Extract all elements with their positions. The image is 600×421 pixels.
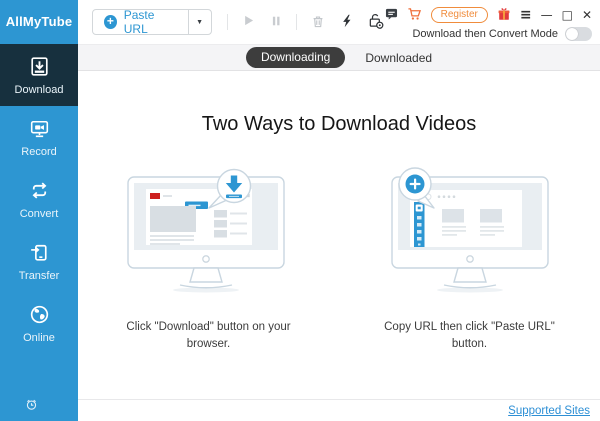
transfer-controls <box>226 12 385 32</box>
menu-button[interactable]: ≡ <box>520 8 532 22</box>
convert-mode-label: Download then Convert Mode <box>412 27 558 40</box>
sidebar-item-download[interactable]: Download <box>0 44 78 106</box>
transfer-icon <box>27 240 52 265</box>
toolbar-divider <box>226 14 228 30</box>
cart-icon <box>407 7 422 24</box>
gift-icon <box>497 7 511 24</box>
method-caption: Click "Download" button on your browser. <box>126 321 291 351</box>
method-browser-download: Click "Download" button on your browser. <box>78 164 339 354</box>
minimize-icon: — <box>540 8 553 22</box>
promotion-button[interactable] <box>497 7 511 24</box>
lock-eye-icon <box>367 12 385 32</box>
sidebar-item-record[interactable]: Record <box>0 106 78 168</box>
toolbar: + Paste URL ▼ Register ≡ — □ ✕ Download … <box>78 0 600 44</box>
sidebar-item-label: Online <box>23 332 55 344</box>
tab-strip: Downloading Downloaded <box>78 44 600 71</box>
browser-download-illustration <box>123 164 295 301</box>
paste-url-split-button: + Paste URL ▼ <box>92 8 212 36</box>
paste-url-label: Paste URL <box>123 8 155 36</box>
convert-mode-toggle[interactable] <box>565 26 592 41</box>
paste-url-button[interactable]: + Paste URL <box>93 8 188 36</box>
feedback-icon <box>385 8 398 23</box>
hamburger-icon: ≡ <box>519 7 532 23</box>
method-paste-url: Copy URL then click "Paste URL" button. <box>339 164 600 354</box>
supported-sites-link[interactable]: Supported Sites <box>508 405 590 417</box>
pause-icon <box>269 14 283 31</box>
method-caption: Copy URL then click "Paste URL" button. <box>384 321 555 351</box>
minimize-button[interactable]: — <box>541 8 553 22</box>
feedback-button[interactable] <box>385 8 398 23</box>
sidebar-item-online[interactable]: Online <box>0 292 78 354</box>
private-mode-button[interactable] <box>367 12 385 32</box>
page-title: Two Ways to Download Videos <box>201 113 477 135</box>
toolbar-divider <box>295 14 297 30</box>
plus-icon: + <box>104 15 117 29</box>
paste-url-dropdown-button[interactable]: ▼ <box>187 10 211 34</box>
speed-mode-button[interactable] <box>339 13 354 32</box>
tab-downloaded[interactable]: Downloaded <box>365 51 432 65</box>
caret-down-icon: ▼ <box>196 18 204 26</box>
sidebar-item-label: Download <box>14 84 64 96</box>
resume-button[interactable] <box>241 13 256 31</box>
sidebar-item-label: Transfer <box>18 270 60 282</box>
app-logo: AllMyTube <box>5 14 73 29</box>
sidebar: AllMyTube Download Record Convert Transf… <box>0 0 78 421</box>
methods-row: Click "Download" button on your browser. <box>78 164 600 354</box>
sidebar-footer <box>0 397 78 421</box>
convert-mode-row: Download then Convert Mode <box>412 26 592 41</box>
record-icon <box>27 116 52 141</box>
convert-icon <box>27 178 52 203</box>
maximize-icon: □ <box>561 8 573 22</box>
sidebar-item-transfer[interactable]: Transfer <box>0 230 78 292</box>
app-window: AllMyTube Download Record Convert Transf… <box>0 0 600 421</box>
toggle-knob <box>566 27 578 40</box>
window-controls: Register ≡ — □ ✕ <box>385 7 592 24</box>
sidebar-item-label: Convert <box>19 208 59 220</box>
lightning-icon <box>339 13 354 32</box>
tab-downloading[interactable]: Downloading <box>245 47 346 68</box>
paste-url-illustration <box>384 164 556 301</box>
delete-button[interactable] <box>310 13 326 32</box>
sidebar-item-label: Record <box>21 146 57 158</box>
play-icon <box>241 13 256 31</box>
pause-button[interactable] <box>269 14 283 31</box>
online-globe-icon <box>27 302 52 327</box>
register-button[interactable]: Register <box>430 7 488 23</box>
sidebar-item-convert[interactable]: Convert <box>0 168 78 230</box>
scheduler-clock-icon[interactable] <box>24 397 78 412</box>
maximize-button[interactable]: □ <box>562 8 573 22</box>
close-button[interactable]: ✕ <box>582 8 592 22</box>
close-icon: ✕ <box>581 8 592 22</box>
download-icon <box>27 54 52 79</box>
footer-bar: Supported Sites <box>78 399 600 421</box>
toolbar-right: Register ≡ — □ ✕ Download then Convert M… <box>385 4 600 41</box>
main-area: + Paste URL ▼ Register ≡ — □ ✕ Download … <box>78 0 600 421</box>
trash-icon <box>310 13 326 32</box>
store-button[interactable] <box>407 7 422 24</box>
content-area: Two Ways to Download Videos Click "Downl… <box>78 71 600 399</box>
